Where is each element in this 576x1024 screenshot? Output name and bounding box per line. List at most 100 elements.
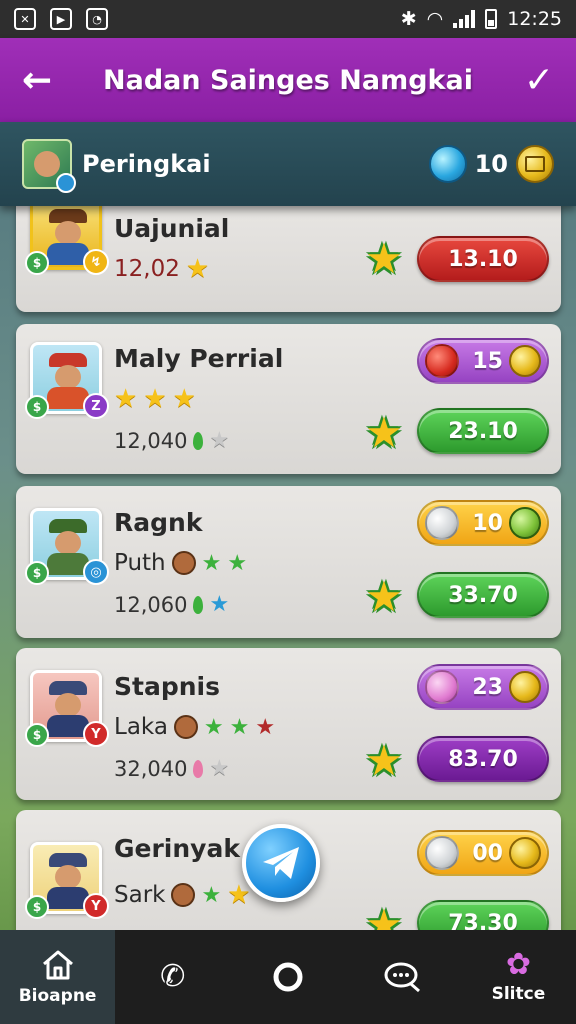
- reward-pill[interactable]: 15: [417, 338, 549, 384]
- red-chip-icon: [425, 344, 459, 378]
- ranking-header: Peringkai 10: [0, 122, 576, 206]
- blue-star-icon: ★: [209, 592, 230, 617]
- dollar-badge-icon: $: [25, 395, 49, 419]
- player-name: Stapnis: [114, 672, 220, 701]
- star-icon: ★: [114, 384, 138, 414]
- reward-pill[interactable]: 10: [417, 500, 549, 546]
- favorite-star-icon[interactable]: ★: [360, 408, 408, 457]
- player-name: Maly Perrial: [114, 344, 284, 373]
- gold-coin-icon: [509, 345, 541, 377]
- home-icon: [42, 950, 73, 980]
- list-item[interactable]: $ ↯ Uajunial 12,02 ★ ★ 13.10: [16, 206, 561, 312]
- character-face-icon: [173, 715, 198, 739]
- player-score: 12,02: [114, 256, 180, 282]
- player-subtitle: Sark: [114, 882, 166, 908]
- nav-phone[interactable]: ✆: [115, 930, 230, 1024]
- check-icon[interactable]: ✓: [506, 60, 554, 101]
- green-star-icon: ★: [203, 714, 224, 740]
- status-time: 12:25: [507, 8, 562, 30]
- app-bar: ← Nadan Sainges Namgkai ✓: [0, 38, 576, 122]
- score-button[interactable]: 83.70: [417, 736, 549, 782]
- score-button[interactable]: 33.70: [417, 572, 549, 618]
- star-icon: ★: [172, 384, 196, 414]
- clock-square-icon: ◔: [86, 8, 108, 30]
- gold-coin-icon: [509, 837, 541, 869]
- blue-gem-icon: [428, 145, 467, 183]
- close-square-icon: ✕: [14, 8, 36, 30]
- green-star-icon: ★: [201, 882, 222, 908]
- favorite-star-icon[interactable]: ★: [360, 736, 408, 785]
- dollar-badge-icon: $: [25, 561, 49, 585]
- silver-star-icon: ★: [209, 756, 230, 781]
- green-drop-icon: [193, 431, 204, 450]
- favorite-star-icon[interactable]: ★: [360, 572, 408, 621]
- green-drop-icon: [193, 595, 204, 614]
- level-badge-icon: ◎: [83, 559, 109, 585]
- dollar-badge-icon: $: [25, 895, 49, 919]
- avatar: $ Y: [25, 670, 109, 747]
- green-star-icon: ★: [229, 714, 250, 740]
- green-star-icon: ★: [201, 550, 222, 576]
- character-face-icon: [171, 883, 196, 907]
- reward-pill[interactable]: 00: [417, 830, 549, 876]
- silver-star-icon: ★: [209, 428, 230, 453]
- gem-count: 10: [474, 150, 508, 178]
- reward-pill[interactable]: 23: [417, 664, 549, 710]
- section-title: Peringkai: [82, 150, 211, 178]
- avatar: $ Z: [25, 342, 109, 419]
- nav-sparkle[interactable]: ✿ Slitce: [461, 930, 576, 1024]
- player-subtitle: Puth: [114, 550, 166, 576]
- bottom-nav: Bioapne ✆ ✿ Slitce: [0, 930, 576, 1024]
- green-coin-icon: [509, 507, 541, 539]
- avatar[interactable]: [22, 139, 76, 193]
- telegram-share-button[interactable]: [242, 824, 320, 902]
- level-badge-icon: Z: [83, 393, 109, 419]
- circle-icon: [273, 962, 303, 992]
- avatar: $ Y: [25, 842, 109, 919]
- arrow-left-icon[interactable]: ←: [22, 60, 70, 101]
- sparkle-icon: ✿: [505, 947, 531, 982]
- pill-count: 00: [472, 840, 503, 866]
- score-button[interactable]: 23.10: [417, 408, 549, 454]
- play-square-icon: ▶: [50, 8, 72, 30]
- pink-chip-icon: [425, 670, 459, 704]
- signal-icon: [453, 10, 476, 28]
- level-badge-icon: Y: [83, 721, 109, 747]
- page-title: Nadan Sainges Namgkai: [103, 64, 473, 96]
- pill-count: 23: [472, 674, 503, 700]
- player-score: 12,040: [114, 428, 188, 453]
- nav-home[interactable]: Bioapne: [0, 930, 116, 1024]
- silver-chip-icon: [425, 836, 459, 870]
- favorite-star-icon[interactable]: ★: [360, 234, 408, 283]
- badge-icon: [56, 173, 76, 193]
- pill-count: 15: [472, 348, 503, 374]
- leaderboard-list[interactable]: $ ↯ Uajunial 12,02 ★ ★ 13.10 $ Z Maly Pe…: [0, 206, 576, 930]
- star-icon: ★: [227, 880, 251, 910]
- phone-icon: ✆: [160, 959, 186, 994]
- dollar-badge-icon: $: [25, 723, 49, 747]
- nav-sparkle-label: Slitce: [491, 984, 546, 1004]
- player-name: Gerinyak: [114, 834, 240, 863]
- list-item[interactable]: $ Y Stapnis Laka ★ ★ ★ 32,040 ★ 23 ★ 83.…: [16, 648, 561, 800]
- nav-circle[interactable]: [230, 930, 345, 1024]
- status-bar: ✕ ▶ ◔ ✱ ◠ 12:25: [0, 0, 576, 38]
- player-score: 32,040: [114, 756, 188, 781]
- favorite-star-icon[interactable]: ★: [360, 900, 408, 931]
- score-button[interactable]: 73.30: [417, 900, 549, 930]
- avatar: $ ↯: [25, 206, 109, 275]
- list-item[interactable]: $ Z Maly Perrial ★ ★ ★ 12,040 ★ 15 ★ 23.…: [16, 324, 561, 474]
- nav-chat[interactable]: [346, 930, 461, 1024]
- character-face-icon: [171, 551, 196, 575]
- paper-plane-icon: [263, 847, 299, 879]
- dollar-badge-icon: $: [25, 251, 49, 275]
- list-item[interactable]: $ ◎ Ragnk Puth ★ ★ 12,060 ★ 10 ★ 33.70: [16, 486, 561, 638]
- player-name: Uajunial: [114, 214, 230, 243]
- red-star-icon: ★: [255, 714, 276, 740]
- nav-home-label: Bioapne: [18, 986, 97, 1006]
- score-button[interactable]: 13.10: [417, 236, 549, 282]
- player-name: Ragnk: [114, 508, 203, 537]
- green-star-icon: ★: [227, 550, 248, 576]
- gold-coin-icon: [509, 671, 541, 703]
- gold-coin-icon[interactable]: [516, 145, 554, 183]
- player-subtitle: Laka: [114, 714, 168, 740]
